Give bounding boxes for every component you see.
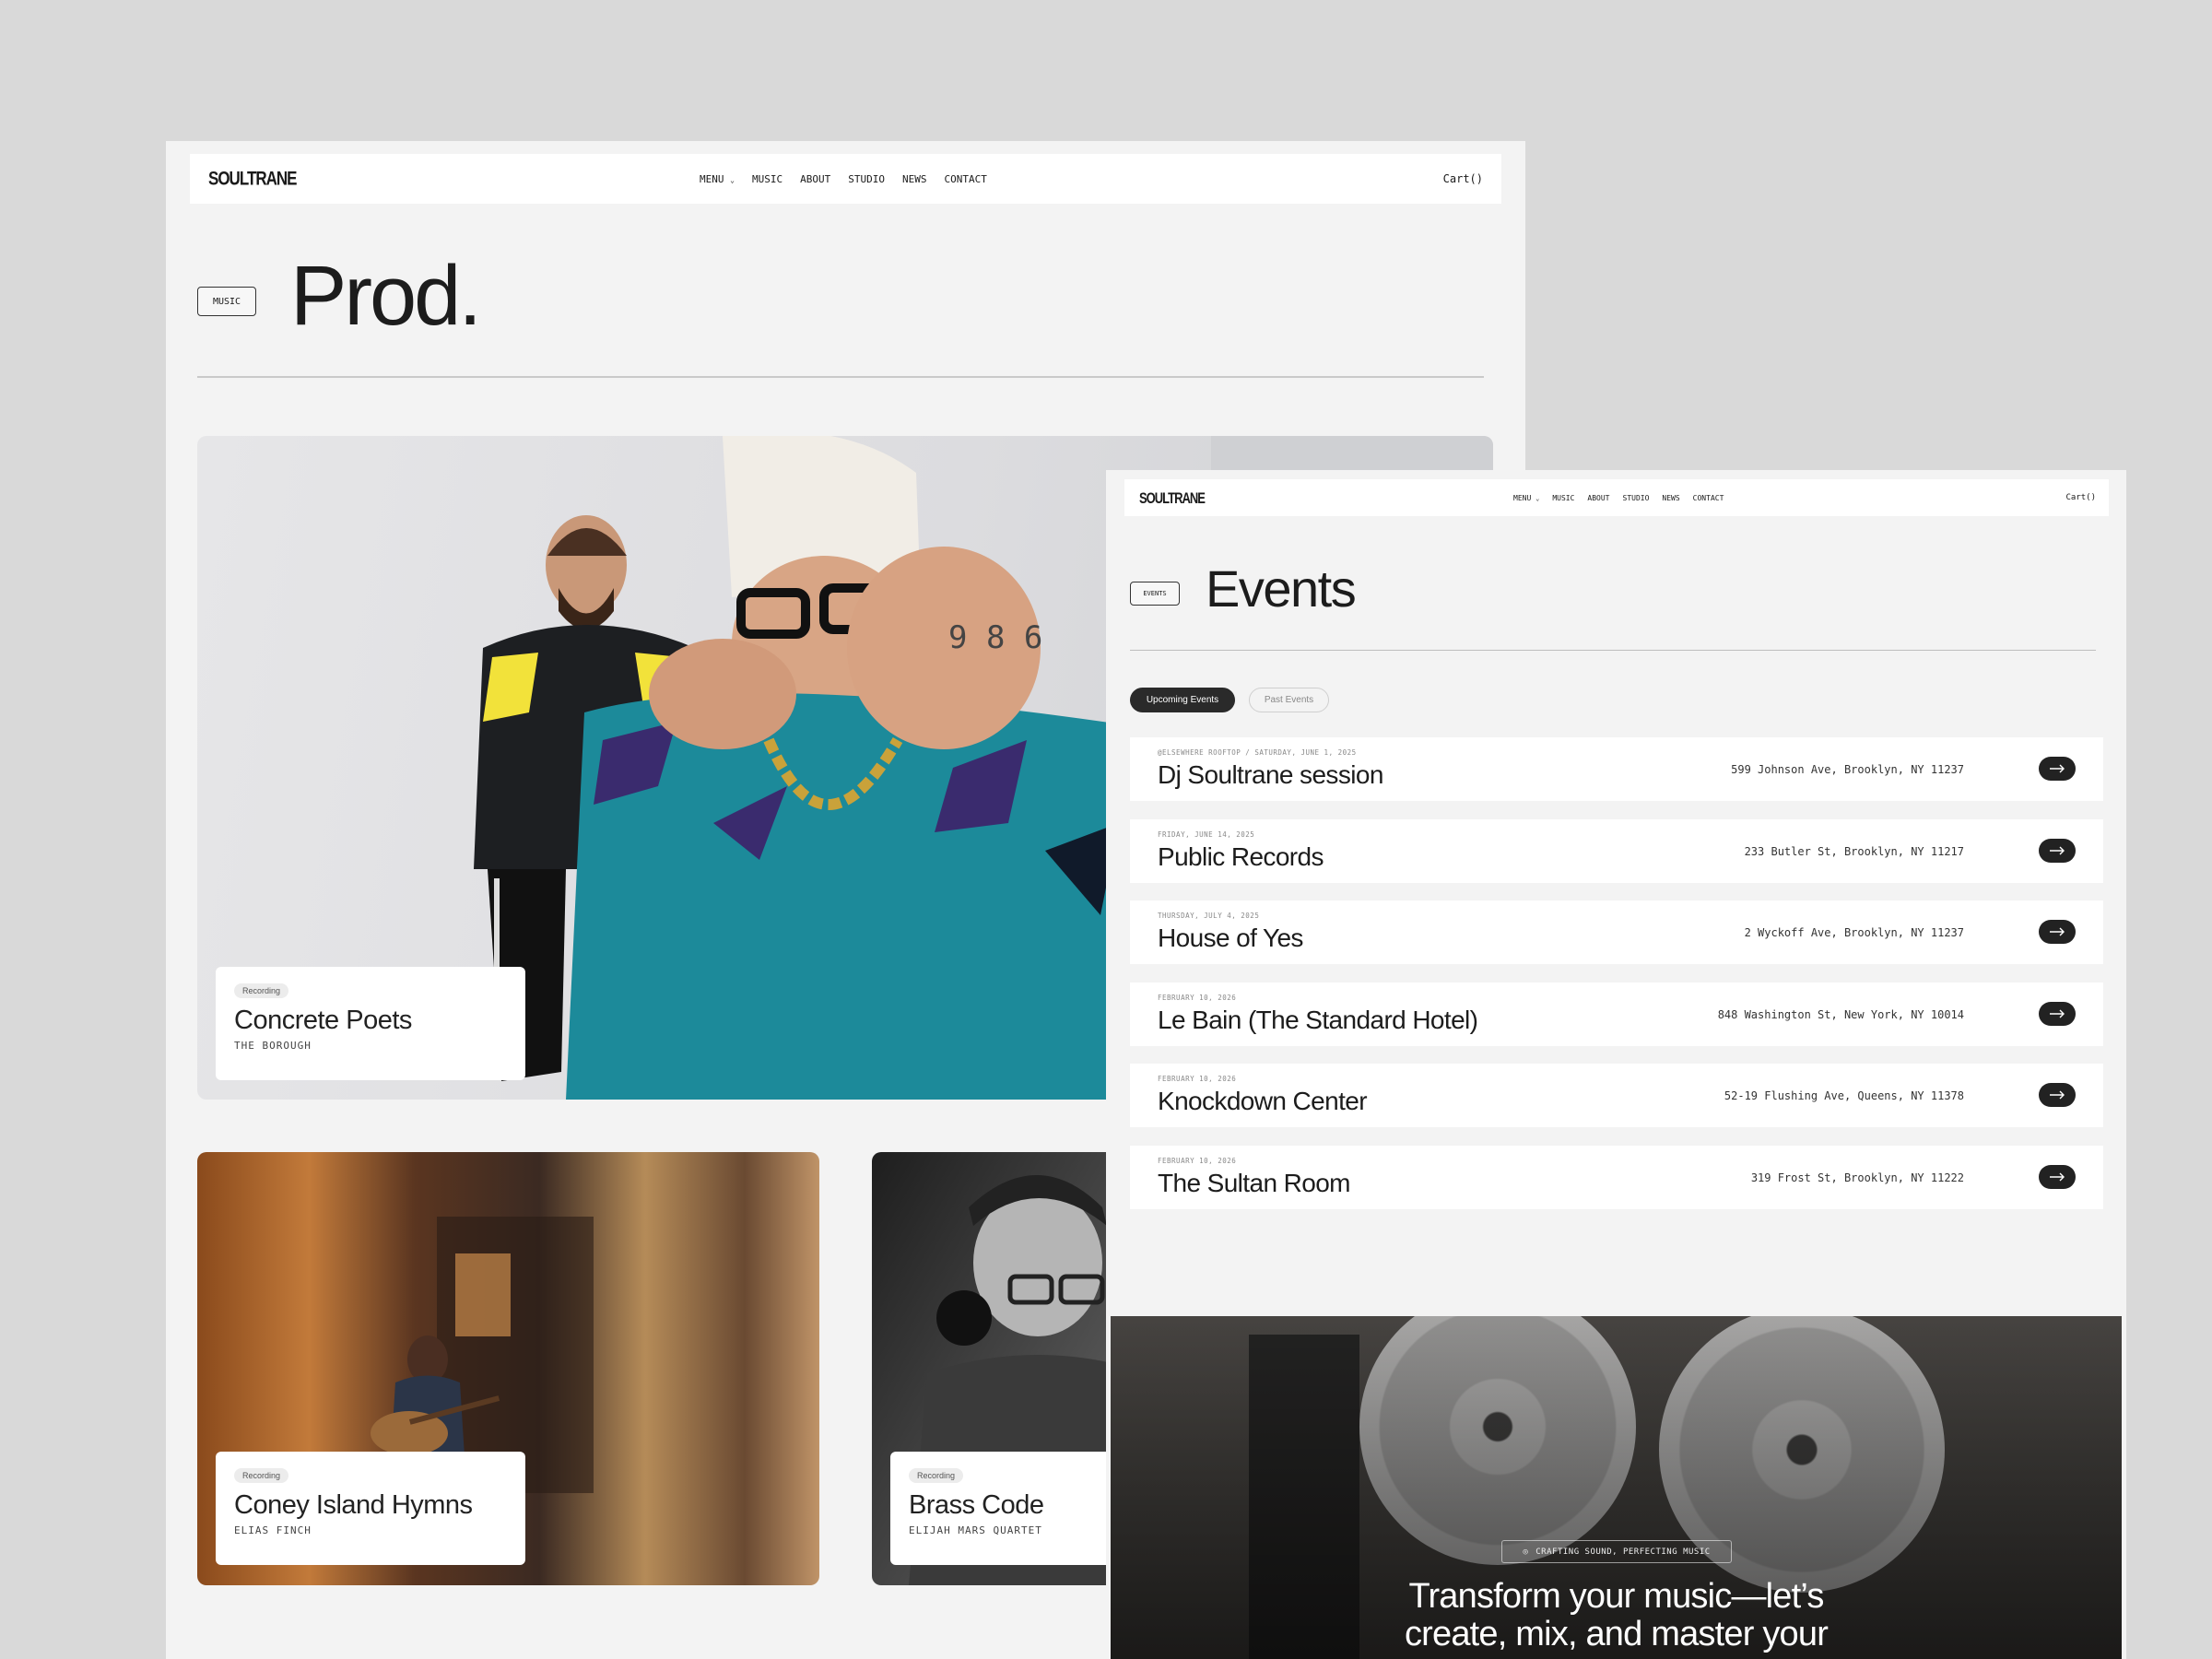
arrow-right-icon — [2050, 1090, 2065, 1100]
event-name: The Sultan Room — [1158, 1168, 1350, 1197]
event-address: 848 Washington St, New York, NY 10014 — [1717, 1007, 1964, 1021]
events-list: @ELSEWHERE ROOFTOP / SATURDAY, JUNE 1, 2… — [1130, 737, 2103, 1227]
page-title: Events — [1206, 559, 1357, 618]
event-address: 319 Frost St, Brooklyn, NY 11222 — [1750, 1171, 1964, 1184]
cta-headline: Transform your music—let’s create, mix, … — [1404, 1577, 1829, 1653]
event-arrow-button[interactable] — [2039, 920, 2076, 944]
top-nav: SOULTRANE MENU ⌄ MUSIC ABOUT STUDIO NEWS… — [1124, 479, 2109, 516]
event-row[interactable]: FEBRUARY 10, 2026 Knockdown Center 52-19… — [1130, 1064, 2103, 1127]
cart-link[interactable]: Cart() — [2065, 493, 2096, 502]
cta-badge: ◎ CRAFTING SOUND, PERFECTING MUSIC — [1501, 1540, 1732, 1563]
arrow-right-icon — [2050, 846, 2065, 854]
divider — [1130, 650, 2096, 651]
event-row[interactable]: @ELSEWHERE ROOFTOP / SATURDAY, JUNE 1, 2… — [1130, 737, 2103, 801]
event-date: @ELSEWHERE ROOFTOP / SATURDAY, JUNE 1, 2… — [1158, 748, 1357, 757]
event-row[interactable]: THURSDAY, JULY 4, 2025 House of Yes 2 Wy… — [1130, 900, 2103, 964]
event-address: 599 Johnson Ave, Brooklyn, NY 11237 — [1731, 763, 1964, 776]
card-tag: Recording — [234, 1468, 289, 1483]
event-row[interactable]: FEBRUARY 10, 2026 The Sultan Room 319 Fr… — [1130, 1145, 2103, 1209]
logo[interactable]: SOULTRANE — [208, 168, 298, 191]
event-arrow-button[interactable] — [2039, 1001, 2076, 1026]
event-date: FEBRUARY 10, 2026 — [1158, 1075, 1237, 1083]
event-row[interactable]: FRIDAY, JUNE 14, 2025 Public Records 233… — [1130, 818, 2103, 883]
event-name: House of Yes — [1158, 924, 1303, 952]
event-arrow-button[interactable] — [2039, 757, 2076, 781]
event-address: 2 Wyckoff Ave, Brooklyn, NY 11237 — [1744, 926, 1964, 939]
project-card-coney-island-hymns[interactable]: Recording Coney Island Hymns ELIAS FINCH — [216, 1452, 525, 1565]
event-date: FRIDAY, JUNE 14, 2025 — [1158, 830, 1255, 839]
event-date: FEBRUARY 10, 2026 — [1158, 1156, 1237, 1165]
card-subtitle: THE BOROUGH — [234, 1040, 312, 1052]
events-page-window: SOULTRANE MENU ⌄ MUSIC ABOUT STUDIO NEWS… — [1106, 470, 2126, 1659]
cart-link[interactable]: Cart() — [1443, 172, 1483, 185]
nav-menu[interactable]: MENU ⌄ — [1513, 494, 1539, 502]
top-nav: SOULTRANE MENU ⌄ MUSIC ABOUT STUDIO NEWS… — [190, 154, 1501, 204]
nav-about[interactable]: ABOUT — [800, 173, 830, 185]
event-date: THURSDAY, JULY 4, 2025 — [1158, 912, 1260, 920]
arrow-right-icon — [2050, 764, 2065, 773]
nav-studio[interactable]: STUDIO — [1623, 494, 1650, 502]
card-title: Concrete Poets — [234, 1006, 412, 1035]
arrow-right-icon — [2050, 1009, 2065, 1018]
divider — [197, 376, 1484, 378]
event-arrow-button[interactable] — [2039, 1164, 2076, 1189]
arrow-right-icon — [2050, 927, 2065, 936]
nav-links: MENU ⌄ MUSIC ABOUT STUDIO NEWS CONTACT — [1513, 494, 1724, 502]
event-arrow-button[interactable] — [2039, 1083, 2076, 1107]
nav-menu[interactable]: MENU ⌄ — [700, 173, 735, 185]
page-title: Prod. — [290, 249, 482, 343]
nav-music[interactable]: MUSIC — [752, 173, 782, 185]
cta-banner: ◎ CRAFTING SOUND, PERFECTING MUSIC Trans… — [1111, 1316, 2122, 1659]
nav-contact[interactable]: CONTACT — [1693, 494, 1724, 502]
nav-news[interactable]: NEWS — [1662, 494, 1679, 502]
card-tag: Recording — [234, 983, 289, 998]
card-tag: Recording — [909, 1468, 964, 1483]
logo[interactable]: SOULTRANE — [1139, 489, 1206, 507]
tab-upcoming-events[interactable]: Upcoming Events — [1130, 688, 1235, 712]
arrow-right-icon — [2050, 1172, 2065, 1181]
event-name: Knockdown Center — [1158, 1087, 1368, 1115]
event-address: 52-19 Flushing Ave, Queens, NY 11378 — [1724, 1089, 1964, 1102]
studio-image[interactable]: Recording Coney Island Hymns ELIAS FINCH — [197, 1152, 819, 1585]
card-title: Coney Island Hymns — [234, 1490, 473, 1520]
nav-studio[interactable]: STUDIO — [848, 173, 885, 185]
event-name: Le Bain (The Standard Hotel) — [1158, 1005, 1478, 1034]
event-name: Dj Soultrane session — [1158, 760, 1383, 789]
section-chip: EVENTS — [1130, 582, 1180, 606]
event-address: 233 Butler St, Brooklyn, NY 11217 — [1744, 844, 1964, 858]
project-card-concrete-poets[interactable]: Recording Concrete Poets THE BOROUGH — [216, 967, 525, 1080]
nav-links: MENU ⌄ MUSIC ABOUT STUDIO NEWS CONTACT — [700, 173, 987, 185]
nav-contact[interactable]: CONTACT — [944, 173, 986, 185]
event-date: FEBRUARY 10, 2026 — [1158, 993, 1237, 1002]
chevron-down-icon: ⌄ — [1535, 494, 1540, 502]
event-row[interactable]: FEBRUARY 10, 2026 Le Bain (The Standard … — [1130, 982, 2103, 1046]
tab-past-events[interactable]: Past Events — [1249, 688, 1329, 712]
chevron-down-icon: ⌄ — [730, 175, 735, 184]
svg-text:9 8 6: 9 8 6 — [948, 619, 1042, 656]
event-name: Public Records — [1158, 841, 1324, 871]
nav-about[interactable]: ABOUT — [1587, 494, 1609, 502]
headphones-icon: ◎ — [1523, 1547, 1529, 1557]
nav-music[interactable]: MUSIC — [1552, 494, 1574, 502]
section-chip: MUSIC — [197, 287, 256, 316]
nav-news[interactable]: NEWS — [902, 173, 927, 185]
card-subtitle: ELIAS FINCH — [234, 1524, 312, 1536]
event-arrow-button[interactable] — [2039, 838, 2076, 863]
